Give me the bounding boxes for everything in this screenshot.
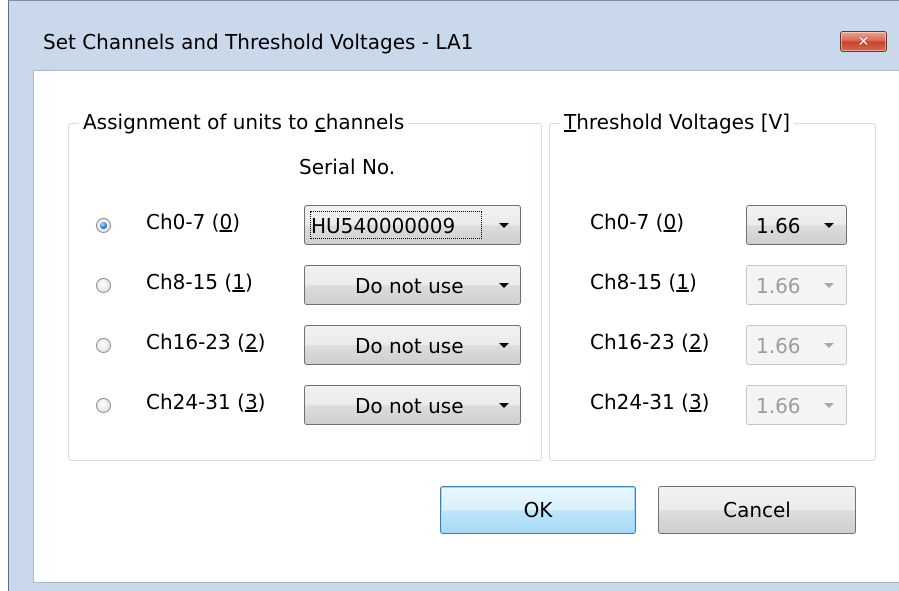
close-button[interactable]: ✕: [840, 31, 887, 52]
chevron-down-icon: [499, 403, 509, 408]
close-icon: ✕: [857, 33, 870, 50]
serial-no-header: Serial No.: [299, 155, 396, 179]
threshold-group: Threshold Voltages [V] Ch0-7 (0) 1.66 Ch…: [549, 110, 876, 461]
threshold-dropdown-ch8-15: 1.66: [746, 265, 847, 305]
chevron-down-icon: [824, 283, 834, 288]
assignment-group: Assignment of units to channels Serial N…: [68, 110, 542, 461]
ok-button[interactable]: OK: [440, 486, 636, 534]
serial-dropdown-ch8-15[interactable]: Do not use: [304, 265, 521, 305]
label-ch8-15: Ch8-15 (1): [146, 270, 253, 294]
window-title: Set Channels and Threshold Voltages - LA…: [43, 30, 474, 54]
threshold-value: 1.66: [756, 214, 801, 238]
chevron-down-icon: [499, 283, 509, 288]
threshold-dropdown-ch24-31: 1.66: [746, 385, 847, 425]
chevron-down-icon: [824, 403, 834, 408]
radio-ch8-15[interactable]: [96, 278, 111, 293]
radio-ch24-31[interactable]: [96, 398, 111, 413]
radio-ch16-23[interactable]: [96, 338, 111, 353]
threshold-dropdown-ch16-23: 1.66: [746, 325, 847, 365]
assignment-group-title: Assignment of units to channels: [79, 110, 409, 134]
radio-ch0-7[interactable]: [96, 218, 111, 233]
chevron-down-icon: [499, 343, 509, 348]
threshold-value: 1.66: [756, 334, 801, 358]
serial-value: Do not use: [355, 394, 464, 418]
serial-value: HU540000009: [311, 214, 456, 238]
label-ch24-31: Ch24-31 (3): [146, 390, 266, 414]
threshold-label-ch0-7: Ch0-7 (0): [590, 210, 685, 234]
radio-selected-dot: [100, 222, 107, 229]
dialog-client-area: Assignment of units to channels Serial N…: [33, 70, 899, 583]
threshold-dropdown-ch0-7[interactable]: 1.66: [746, 205, 847, 245]
serial-dropdown-ch24-31[interactable]: Do not use: [304, 385, 521, 425]
serial-dropdown-ch16-23[interactable]: Do not use: [304, 325, 521, 365]
serial-value: Do not use: [355, 274, 464, 298]
cancel-button[interactable]: Cancel: [658, 486, 856, 534]
threshold-value: 1.66: [756, 394, 801, 418]
threshold-label-ch8-15: Ch8-15 (1): [590, 270, 697, 294]
threshold-label-ch24-31: Ch24-31 (3): [590, 390, 710, 414]
serial-value: Do not use: [355, 334, 464, 358]
chevron-down-icon: [824, 223, 834, 228]
dialog-window: Set Channels and Threshold Voltages - LA…: [8, 0, 899, 591]
threshold-label-ch16-23: Ch16-23 (2): [590, 330, 710, 354]
threshold-group-title: Threshold Voltages [V]: [560, 110, 795, 134]
serial-dropdown-ch0-7[interactable]: HU540000009: [304, 205, 521, 245]
threshold-value: 1.66: [756, 274, 801, 298]
chevron-down-icon: [499, 223, 509, 228]
label-ch0-7: Ch0-7 (0): [146, 210, 241, 234]
label-ch16-23: Ch16-23 (2): [146, 330, 266, 354]
chevron-down-icon: [824, 343, 834, 348]
